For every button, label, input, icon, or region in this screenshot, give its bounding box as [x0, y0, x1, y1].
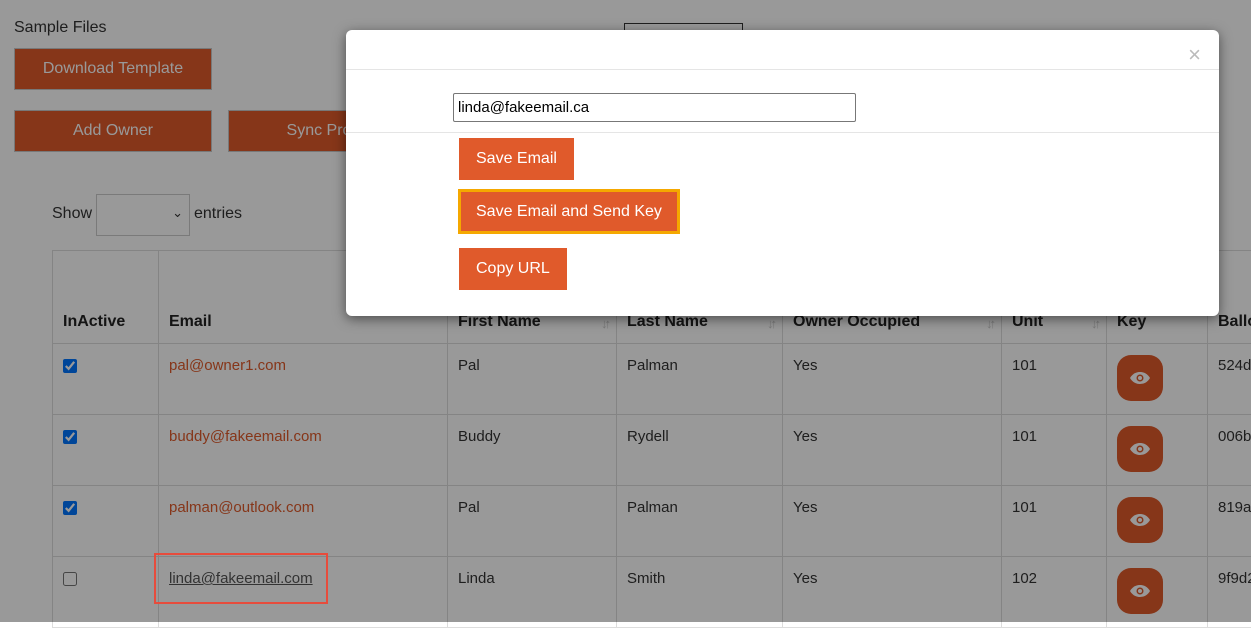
save-email-button[interactable]: Save Email — [459, 138, 574, 180]
save-email-send-key-button[interactable]: Save Email and Send Key — [458, 189, 680, 234]
highlight-box — [154, 553, 328, 604]
copy-url-button[interactable]: Copy URL — [459, 248, 567, 290]
close-icon[interactable]: × — [1188, 42, 1201, 68]
email-input[interactable] — [453, 93, 856, 122]
modal-header-divider — [346, 69, 1219, 70]
email-modal: × Save Email Save Email and Send Key Cop… — [346, 30, 1219, 316]
modal-body-divider — [346, 132, 1219, 133]
